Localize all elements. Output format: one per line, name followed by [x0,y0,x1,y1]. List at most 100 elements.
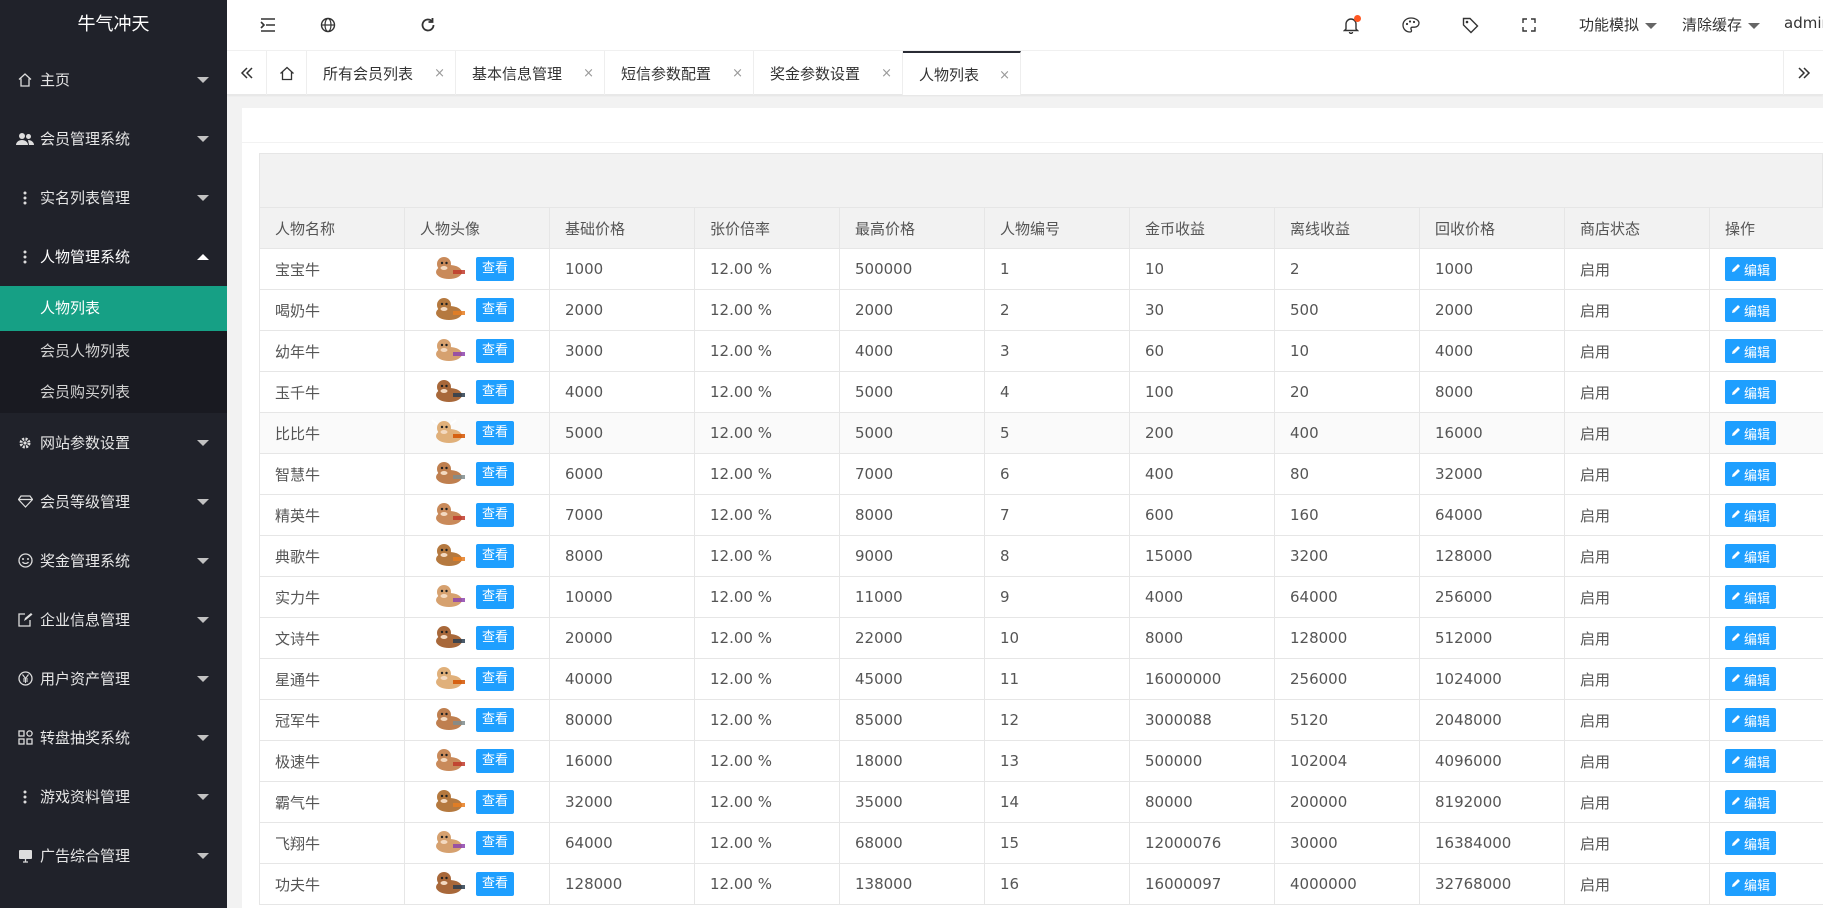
close-icon[interactable]: × [732,66,743,81]
edit-button[interactable]: 编辑 [1725,749,1777,773]
view-avatar-button[interactable]: 查看 [476,544,515,568]
edit-button[interactable]: 编辑 [1725,339,1777,363]
edit-button[interactable]: 编辑 [1725,298,1777,322]
menu-fold-icon[interactable] [257,14,279,36]
avatar [428,703,470,737]
sidebar-item-label: 用户资产管理 [40,670,131,688]
tab-all-members[interactable]: 所有会员列表 × [307,51,456,95]
avatar-cell: 查看 [404,494,550,536]
cell-recycle: 4096000 [1419,740,1565,782]
sidebar-item-bottom-6[interactable]: 游戏资料管理 [0,767,227,826]
edit-button[interactable]: 编辑 [1725,667,1777,691]
edit-label: 编辑 [1744,878,1771,894]
edit-button[interactable]: 编辑 [1725,421,1777,445]
edit-button[interactable]: 编辑 [1725,585,1777,609]
view-avatar-button[interactable]: 查看 [476,626,515,650]
view-avatar-button[interactable]: 查看 [476,503,515,527]
cell-rate: 12.00 % [694,781,840,823]
sidebar-item-top-2[interactable]: 实名列表管理 [0,168,227,227]
fullscreen-icon[interactable] [1518,14,1540,36]
sidebar-item-bottom-4[interactable]: 用户资产管理 [0,649,227,708]
sidebar-item-bottom-2[interactable]: 奖金管理系统 [0,531,227,590]
tab-home-icon[interactable] [267,51,307,95]
sidebar-subitem-character-list[interactable]: 人物列表 [0,286,227,331]
cell-offline: 80 [1274,453,1420,495]
close-icon[interactable]: × [999,68,1010,83]
sidebar-subitem-member-character-list[interactable]: 会员人物列表 [0,331,227,372]
function-sim-dropdown[interactable]: 功能模拟 [1579,14,1658,35]
column-header: 人物编号 [984,207,1130,249]
cell-name: 星通牛 [259,658,405,700]
edit-button[interactable]: 编辑 [1725,544,1777,568]
view-avatar-button[interactable]: 查看 [476,339,515,363]
edit-button[interactable]: 编辑 [1725,626,1777,650]
palette-icon[interactable] [1400,14,1422,36]
view-avatar-button[interactable]: 查看 [476,749,515,773]
tabs-scroll-left-icon[interactable] [227,51,267,95]
close-icon[interactable]: × [881,66,892,81]
tab-bonus-settings[interactable]: 奖金参数设置 × [754,51,903,95]
cell-base: 40000 [549,658,695,700]
view-avatar-button[interactable]: 查看 [476,462,515,486]
edit-button[interactable]: 编辑 [1725,872,1777,896]
view-avatar-button[interactable]: 查看 [476,380,515,404]
globe-icon[interactable] [317,14,339,36]
view-avatar-button[interactable]: 查看 [476,872,515,896]
sidebar-item-bottom-7[interactable]: 广告综合管理 [0,826,227,885]
cell-base: 16000 [549,740,695,782]
tab-character-list[interactable]: 人物列表 × [903,51,1021,95]
view-avatar-button[interactable]: 查看 [476,667,515,691]
apps-icon [16,729,34,747]
cell-name: 功夫牛 [259,863,405,905]
clear-cache-dropdown[interactable]: 清除缓存 [1682,14,1761,35]
sidebar-item-bottom-5[interactable]: 转盘抽奖系统 [0,708,227,767]
tab-sms-config[interactable]: 短信参数配置 × [605,51,754,95]
cell-offline: 64000 [1274,576,1420,618]
view-avatar-button[interactable]: 查看 [476,421,515,445]
edit-button[interactable]: 编辑 [1725,462,1777,486]
pencil-icon [1731,795,1741,810]
edit-button[interactable]: 编辑 [1725,831,1777,855]
view-avatar-button[interactable]: 查看 [476,831,515,855]
edit-button[interactable]: 编辑 [1725,790,1777,814]
sidebar-item-top-1[interactable]: 会员管理系统 [0,109,227,168]
view-avatar-button[interactable]: 查看 [476,585,515,609]
edit-button[interactable]: 编辑 [1725,380,1777,404]
user-menu[interactable]: admin [1784,14,1823,32]
sidebar-item-bottom-3[interactable]: 企业信息管理 [0,590,227,649]
sidebar-item-label: 转盘抽奖系统 [40,729,131,747]
edit-button[interactable]: 编辑 [1725,503,1777,527]
tabs-scroll-right-icon[interactable] [1783,51,1823,95]
view-avatar-button[interactable]: 查看 [476,708,515,732]
edit-button[interactable]: 编辑 [1725,708,1777,732]
cell-no: 14 [984,781,1130,823]
app-logo[interactable]: 牛气冲天 [0,0,227,50]
cell-rate: 12.00 % [694,863,840,905]
actions-cell: 编辑 [1709,822,1823,864]
tag-icon[interactable] [1459,14,1481,36]
bell-icon[interactable] [1340,14,1362,36]
sidebar-item-label: 会员等级管理 [40,493,131,511]
edit-button[interactable]: 编辑 [1725,257,1777,281]
cell-name: 比比牛 [259,412,405,454]
actions-cell: 编辑 [1709,494,1823,536]
sidebar-item-top-0[interactable]: 主页 [0,50,227,109]
cell-gold: 15000 [1129,535,1275,577]
tab-basic-info[interactable]: 基本信息管理 × [456,51,605,95]
view-avatar-button[interactable]: 查看 [476,790,515,814]
sidebar-item-bottom-1[interactable]: 会员等级管理 [0,472,227,531]
sidebar-item-bottom-0[interactable]: 网站参数设置 [0,413,227,472]
refresh-icon[interactable] [417,14,439,36]
close-icon[interactable]: × [583,66,594,81]
sidebar-item-label: 实名列表管理 [40,189,131,207]
view-avatar-button[interactable]: 查看 [476,257,515,281]
cell-status: 启用 [1564,371,1710,413]
chevron-down-icon [197,76,209,83]
cell-name: 文诗牛 [259,617,405,659]
sidebar-subitem-member-purchase-list[interactable]: 会员购买列表 [0,372,227,413]
chevron-down-icon [197,852,209,859]
view-avatar-button[interactable]: 查看 [476,298,515,322]
close-icon[interactable]: × [434,66,445,81]
cell-max: 9000 [839,535,985,577]
sidebar-item-character-system[interactable]: 人物管理系统 [0,227,227,286]
